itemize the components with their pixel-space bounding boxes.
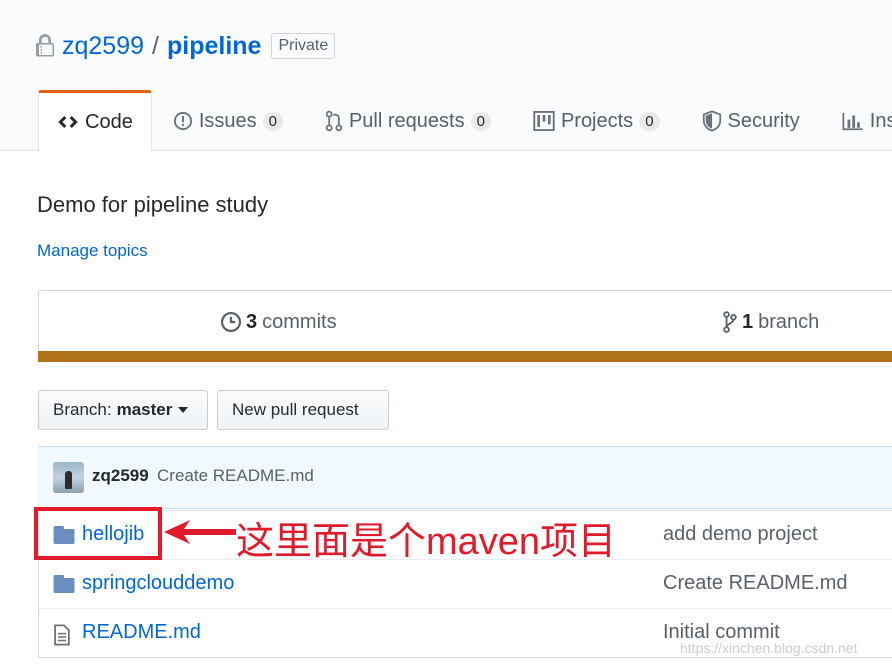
branches-link[interactable]: 1 branch [722, 306, 819, 338]
commits-label: commits [262, 310, 337, 333]
history-icon [220, 311, 242, 333]
projects-counter: 0 [639, 111, 660, 131]
caret-down-icon [178, 407, 189, 413]
issue-icon [173, 111, 192, 131]
file-icon [54, 624, 70, 646]
tab-security[interactable]: Security [681, 90, 821, 151]
private-badge: Private [271, 33, 336, 59]
file-name-link[interactable]: springclouddemo [82, 572, 234, 595]
tab-insights[interactable]: Ins [821, 90, 892, 151]
branch-count: 1 [742, 310, 754, 333]
tab-code[interactable]: Code [38, 90, 152, 151]
file-name-link[interactable]: README.md [82, 621, 201, 644]
repo-name-link[interactable]: pipeline [167, 32, 261, 61]
repo-title: zq2599 / pipeline Private [36, 28, 336, 64]
repo-separator: / [152, 31, 159, 60]
issues-counter: 0 [262, 111, 283, 131]
tab-code-label: Code [85, 110, 133, 133]
repo-description: Demo for pipeline study [37, 192, 269, 217]
pull-request-icon [325, 110, 343, 132]
manage-topics-link[interactable]: Manage topics [37, 241, 148, 261]
tab-pull-requests-label: Pull requests [348, 109, 465, 132]
branch-prefix: Branch: [53, 400, 112, 419]
code-icon [58, 116, 78, 128]
commit-message[interactable]: Create README.md [157, 466, 314, 486]
graph-icon [842, 112, 863, 131]
project-icon [533, 111, 555, 131]
lock-icon [36, 34, 54, 57]
new-pull-request-button[interactable]: New pull request [217, 390, 389, 430]
pull-requests-counter: 0 [470, 111, 491, 131]
branch-label: branch [758, 310, 820, 333]
branch-icon [723, 311, 737, 333]
tab-issues-label: Issues [198, 109, 257, 132]
annotation-arrow-icon [164, 520, 236, 544]
tab-security-label: Security [727, 109, 800, 132]
tab-insights-label: Ins [869, 109, 892, 132]
branch-name: master [116, 400, 173, 419]
language-bar[interactable] [38, 351, 892, 362]
annotation-highlight-box [34, 507, 162, 560]
avatar[interactable] [53, 462, 84, 493]
tab-issues[interactable]: Issues 0 [152, 90, 304, 151]
tab-projects[interactable]: Projects 0 [512, 90, 681, 151]
folder-icon [53, 575, 75, 593]
branch-select-button[interactable]: Branch: master [38, 390, 208, 430]
repo-nav-tabs: Code Issues 0 Pull requests 0 Projects 0… [38, 90, 892, 151]
file-commit-message[interactable]: add demo project [663, 523, 818, 546]
commits-count: 3 [246, 310, 258, 333]
file-commit-message[interactable]: Create README.md [663, 572, 848, 595]
shield-icon [702, 110, 721, 132]
annotation-text: 这里面是个maven项目 [236, 521, 617, 563]
watermark: https://xinchen.blog.csdn.net [680, 640, 858, 656]
table-row[interactable]: springclouddemo Create README.md [38, 559, 892, 608]
tab-pull-requests[interactable]: Pull requests 0 [304, 90, 512, 151]
repo-owner-link[interactable]: zq2599 [62, 32, 144, 61]
commits-link[interactable]: 3 commits [220, 306, 337, 338]
commit-author[interactable]: zq2599 [92, 466, 149, 486]
tab-projects-label: Projects [560, 109, 634, 132]
